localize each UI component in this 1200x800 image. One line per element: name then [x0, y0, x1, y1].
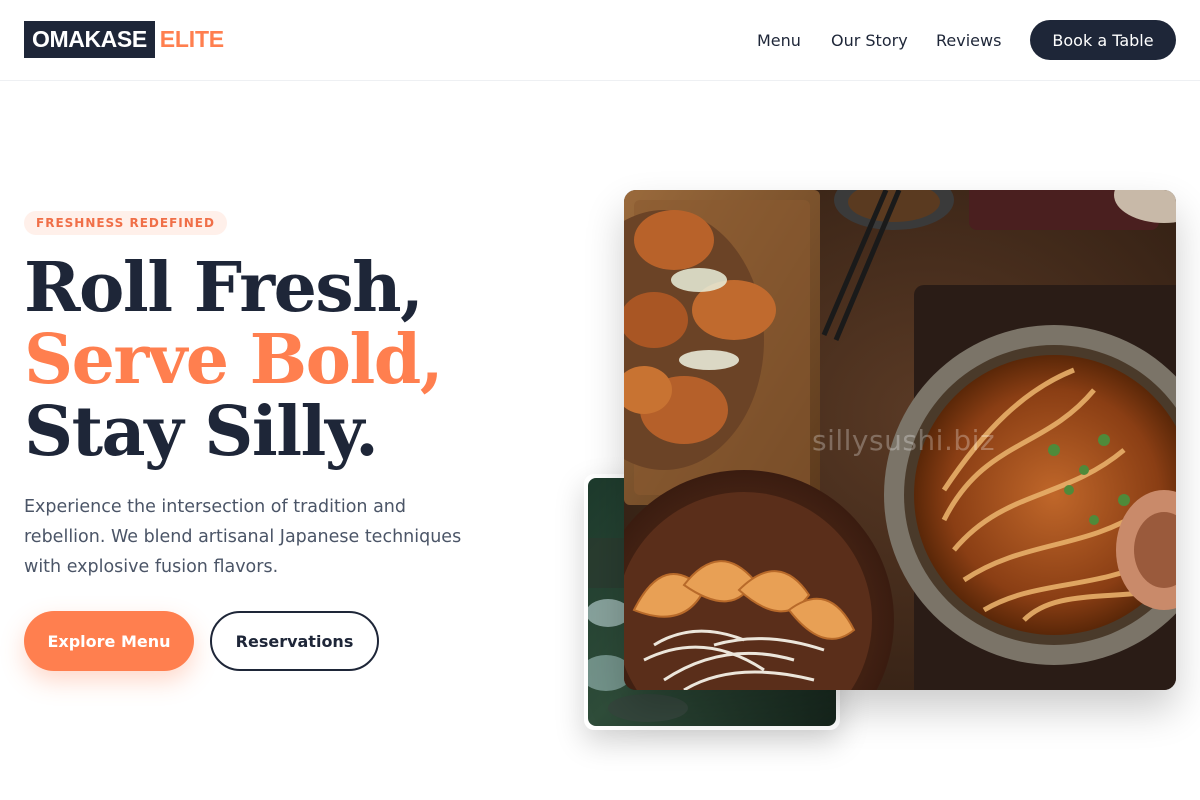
nav-link-reviews[interactable]: Reviews — [936, 31, 1001, 50]
headline-line-1: Roll Fresh, — [24, 248, 424, 328]
brand-logo[interactable]: OMAKASE ELITE — [24, 21, 224, 58]
hero-badge: FRESHNESS REDEFINED — [24, 211, 227, 235]
watermark-text: sillysushi.biz — [812, 424, 996, 457]
nav-link-menu[interactable]: Menu — [757, 31, 801, 50]
hero-headline: Roll Fresh, Serve Bold, Stay Silly. — [24, 248, 444, 472]
book-table-button[interactable]: Book a Table — [1030, 20, 1176, 60]
logo-wordmark: OMAKASE — [24, 21, 155, 58]
explore-menu-button[interactable]: Explore Menu — [24, 611, 194, 671]
hero-description: Experience the intersection of tradition… — [24, 497, 462, 577]
headline-line-2: Serve Bold, — [24, 320, 444, 400]
logo-accent-word: ELITE — [159, 26, 224, 52]
nav-link-our-story[interactable]: Our Story — [831, 31, 908, 50]
site-header: OMAKASE ELITE Menu Our Story Reviews Boo… — [0, 0, 1200, 81]
reservations-button[interactable]: Reservations — [210, 611, 379, 671]
headline-line-3: Stay Silly. — [24, 392, 379, 472]
